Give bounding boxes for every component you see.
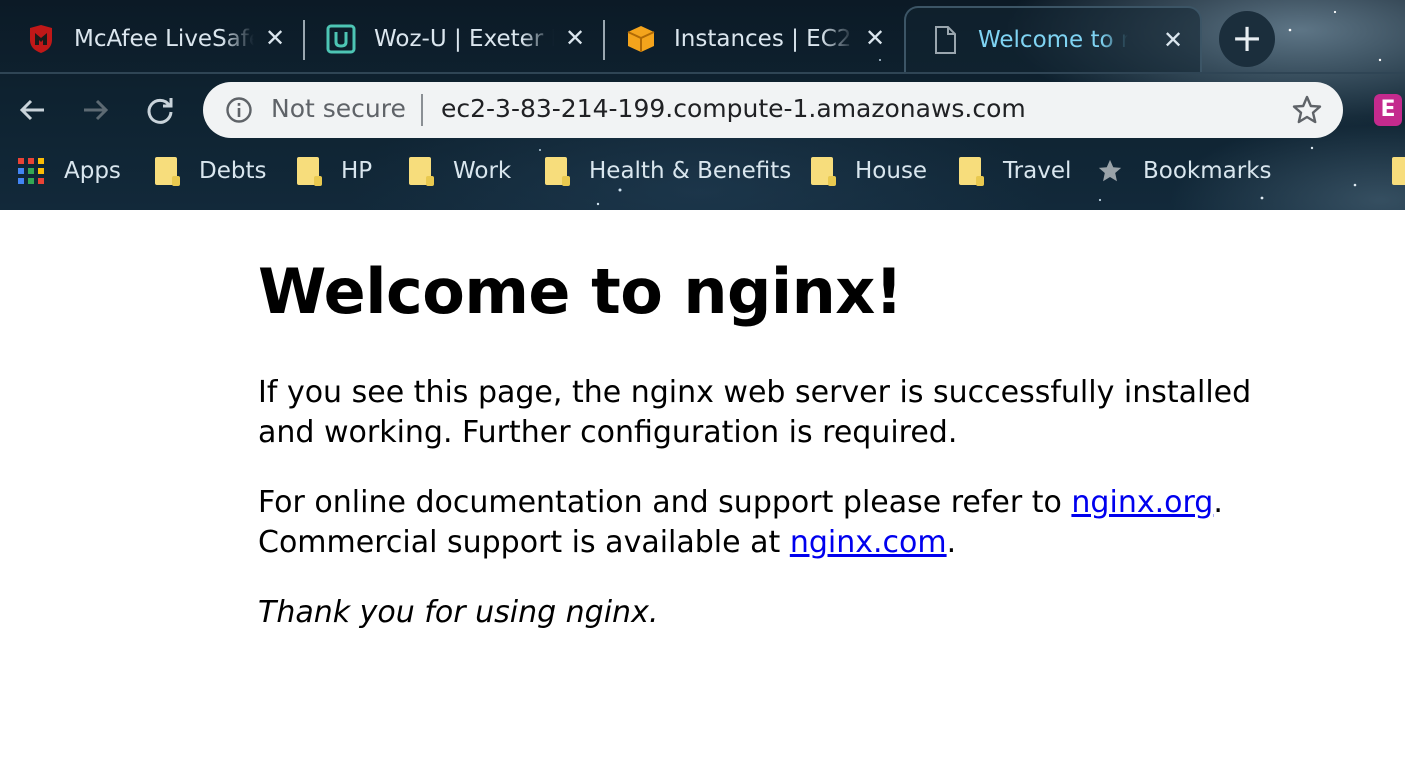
bookmark-bookmarks[interactable]: Bookmarks [1097,156,1272,186]
reload-button[interactable] [140,90,180,130]
bookmark-hp[interactable]: HP [295,156,372,186]
aws-box-icon [626,24,656,54]
close-icon[interactable]: ✕ [562,25,588,51]
new-tab-button[interactable]: + [1219,11,1275,67]
tab-ec2[interactable]: Instances | EC2 M ✕ [626,6,902,72]
tab-mcafee[interactable]: McAfee LiveSafe ✕ [26,6,302,72]
support-paragraph: For online documentation and support ple… [258,483,1298,563]
bookmark-house[interactable]: House [809,156,927,186]
tab-title: Welcome to ngi [978,27,1128,53]
nginx-com-link[interactable]: nginx.com [790,525,947,560]
folder-icon [1390,156,1405,186]
url-text[interactable]: ec2-3-83-214-199.compute-1.amazonaws.com [441,94,1026,123]
arrow-right-icon [84,99,109,121]
bookmark-health-benefits[interactable]: Health & Benefits [543,156,791,186]
folder-icon [543,156,570,186]
mcafee-shield-icon [26,24,56,54]
tab-nginx[interactable]: Welcome to ngi ✕ [904,6,1202,72]
bookmark-label: Travel [1003,158,1072,184]
extension-icon[interactable]: E [1374,94,1402,126]
folder-icon [957,156,984,186]
bookmark-apps[interactable]: Apps [18,156,121,186]
tab-strip: McAfee LiveSafe ✕ Woz-U | Exeter L ✕ Ins… [0,0,1405,72]
address-bar[interactable]: Not secure ec2-3-83-214-199.compute-1.am… [203,82,1343,138]
bookmark-label: HP [341,158,373,184]
page-heading: Welcome to nginx! [258,255,903,328]
close-icon[interactable]: ✕ [1160,27,1186,53]
close-icon[interactable]: ✕ [262,25,288,51]
tab-separator [603,20,605,60]
bookmark-label: Debts [199,158,267,184]
folder-icon [295,156,322,186]
tab-title: Instances | EC2 M [674,26,854,52]
reload-icon [147,98,173,124]
nginx-org-link[interactable]: nginx.org [1071,485,1213,520]
support-text: For online documentation and support ple… [258,485,1072,520]
bookmark-label: Apps [64,158,121,184]
folder-icon [153,156,180,186]
bookmark-label: Bookmarks [1143,158,1272,184]
thank-you-text: Thank you for using nginx. [258,595,659,630]
apps-grid-icon [18,156,44,186]
security-label[interactable]: Not secure [271,94,406,123]
folder-icon [809,156,836,186]
bookmark-work[interactable]: Work [407,156,511,186]
tab-separator [303,20,305,60]
bookmark-label: Work [453,158,512,184]
browser-chrome: McAfee LiveSafe ✕ Woz-U | Exeter L ✕ Ins… [0,0,1405,210]
tab-wozu[interactable]: Woz-U | Exeter L ✕ [326,6,602,72]
bookmark-star-icon[interactable] [1291,94,1323,126]
folder-icon [407,156,434,186]
star-icon [1097,156,1123,186]
bookmark-travel[interactable]: Travel [957,156,1071,186]
toolbar: Not secure ec2-3-83-214-199.compute-1.am… [0,72,1405,144]
intro-paragraph: If you see this page, the nginx web serv… [258,375,1252,450]
arrow-left-icon [19,99,44,121]
tab-title: Woz-U | Exeter L [374,26,554,52]
bookmark-debts[interactable]: Debts [153,156,266,186]
address-divider [421,94,423,126]
bookmark-label: Health & Benefits [589,158,792,184]
bookmark-overflow[interactable] [1390,156,1405,186]
info-icon[interactable] [225,96,253,124]
tab-title: McAfee LiveSafe [74,26,254,52]
support-text: . [946,525,957,560]
forward-button[interactable] [76,90,116,130]
bookmarks-bar: Apps Debts HP Work Health & Benefits Hou… [0,144,1405,204]
close-icon[interactable]: ✕ [862,25,888,51]
bookmark-label: House [855,158,928,184]
document-icon [930,25,960,55]
wozu-logo-icon [326,24,356,54]
back-button[interactable] [12,90,52,130]
